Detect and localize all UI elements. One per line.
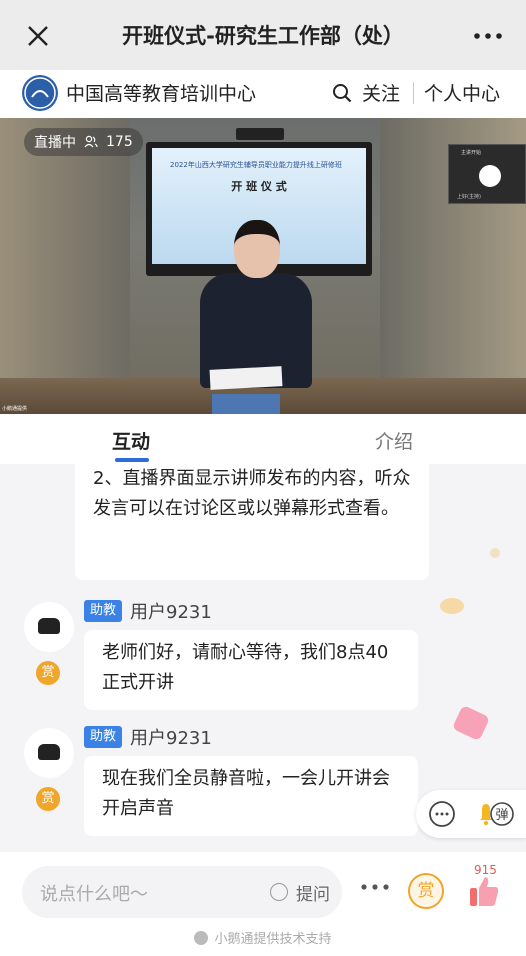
- decoration-dot: [490, 548, 500, 558]
- screen-subtitle: 2022年山西大学研究生辅导员职业能力提升线上研修班: [170, 161, 342, 169]
- danmu-toggle-icon[interactable]: 弹: [476, 798, 516, 830]
- viewers-icon: [84, 135, 98, 148]
- video-camera: [236, 128, 284, 140]
- footer-credit: 小鹅通提供技术支持: [0, 928, 526, 947]
- tab-interact[interactable]: 互动: [112, 427, 150, 454]
- user-avatar[interactable]: [24, 728, 74, 778]
- viewer-count: 175: [106, 134, 133, 150]
- bottom-bar: 说点什么吧～ 提问 赏 915 小鹅通提供技术支持: [0, 852, 526, 956]
- reward-badge[interactable]: 赏: [36, 787, 60, 811]
- footer-text: 小鹅通提供技术支持: [214, 932, 332, 947]
- profile-link[interactable]: 个人中心: [424, 79, 500, 106]
- username: 用户9231: [130, 602, 212, 623]
- username: 用户9231: [130, 728, 212, 749]
- speaker-nameplate: [212, 394, 280, 414]
- divider: [413, 82, 414, 104]
- tab-active-indicator: [115, 458, 149, 462]
- like-thumb-icon[interactable]: [468, 874, 500, 908]
- chat-bubble: 现在我们全员静音啦，一会儿开讲会开启声音: [84, 756, 418, 836]
- video-caption: 小鹅通提供: [2, 406, 28, 412]
- chat-bubble: 老师们好，请耐心等待，我们8点40正式开讲: [84, 630, 418, 710]
- reward-button[interactable]: 赏: [408, 873, 444, 909]
- avatar-cow-icon: [38, 744, 60, 760]
- pip-title: 主讲开始: [461, 150, 482, 156]
- reward-badge[interactable]: 赏: [36, 661, 60, 685]
- user-avatar[interactable]: [24, 602, 74, 652]
- floating-controls: 弹: [416, 790, 526, 838]
- assistant-badge: 助教: [84, 600, 123, 622]
- ask-question-checkbox[interactable]: [270, 883, 288, 901]
- follow-button[interactable]: 关注: [362, 79, 400, 106]
- tab-intro[interactable]: 介绍: [375, 427, 413, 454]
- pip-label: 上好(主持): [457, 194, 481, 200]
- search-icon[interactable]: [332, 83, 352, 103]
- speaker-head: [234, 220, 280, 278]
- tab-bar: 互动 介绍: [0, 414, 526, 464]
- pip-video[interactable]: 主讲开始 上好(主持): [448, 144, 526, 204]
- close-icon[interactable]: [26, 24, 50, 48]
- top-nav-bar: 开班仪式-研究生工作部（处）: [0, 0, 526, 70]
- more-menu-icon[interactable]: [472, 26, 504, 46]
- org-logo[interactable]: [22, 75, 58, 111]
- org-name[interactable]: 中国高等教育培训中心: [66, 79, 256, 106]
- avatar-cow-icon: [38, 618, 60, 634]
- speaker-paper: [209, 366, 283, 390]
- video-wall-left: [0, 118, 130, 388]
- live-video-player[interactable]: 2022年山西大学研究生辅导员职业能力提升线上研修班 开 班 仪 式 直播中 1…: [0, 118, 526, 414]
- assistant-badge: 助教: [84, 726, 123, 748]
- decoration-heart: [451, 704, 491, 742]
- decoration-cookie: [440, 598, 464, 614]
- page-title: 开班仪式-研究生工作部（处）: [122, 24, 404, 48]
- comment-placeholder: 说点什么吧～: [40, 884, 148, 905]
- screen-title: 开 班 仪 式: [231, 180, 287, 193]
- chat-bubble-icon[interactable]: [428, 800, 456, 828]
- ask-question-label[interactable]: 提问: [296, 880, 330, 905]
- more-options-icon[interactable]: [360, 882, 390, 892]
- comment-input[interactable]: 说点什么吧～ 提问: [22, 866, 342, 918]
- provider-logo-icon: [194, 931, 209, 945]
- danmu-label: 弹: [495, 808, 508, 823]
- chat-bubble: 2、直播界面显示讲师发布的内容，听众发言可以在讨论区或以弹幕形式查看。: [75, 464, 429, 580]
- live-status-label: 直播中: [34, 135, 76, 151]
- live-status-badge: 直播中 175: [24, 128, 143, 156]
- org-bar: 中国高等教育培训中心 关注 个人中心: [0, 70, 526, 118]
- pip-avatar: [479, 165, 501, 187]
